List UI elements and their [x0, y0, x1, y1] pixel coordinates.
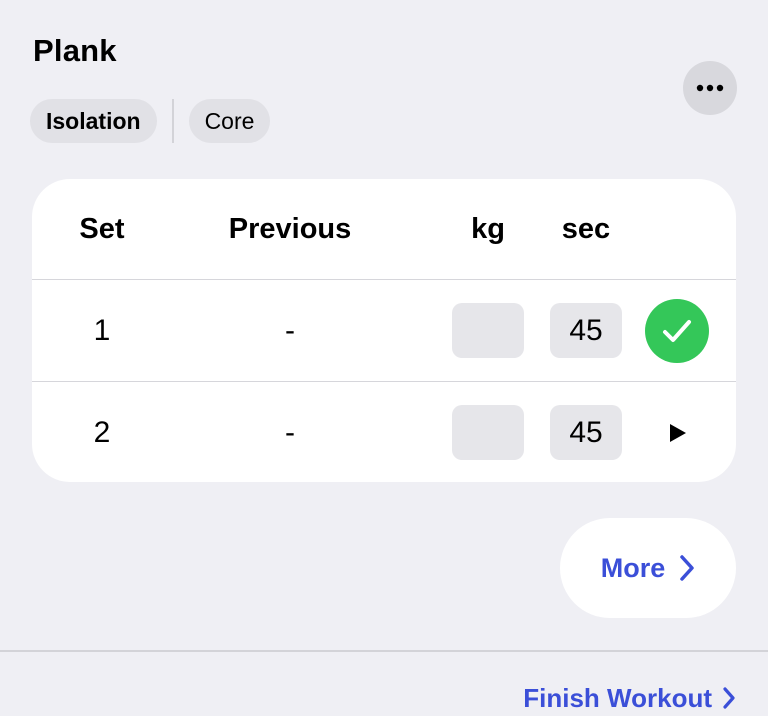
chevron-right-icon: [680, 555, 694, 581]
table-row: 1 - 45: [32, 279, 736, 381]
start-set-button[interactable]: [655, 411, 699, 455]
sets-table: Set Previous kg sec 1 - 45 2 - 45: [32, 179, 736, 482]
kg-input[interactable]: [452, 303, 524, 358]
tag-divider: [171, 99, 174, 143]
set-number: 1: [93, 313, 111, 347]
table-header: Set Previous kg sec: [32, 179, 736, 279]
ellipsis-icon: [696, 84, 724, 92]
finish-workout-button[interactable]: Finish Workout: [523, 680, 736, 716]
set-complete-button[interactable]: [645, 298, 709, 363]
set-number: 2: [93, 415, 111, 449]
header-set: Set: [79, 212, 125, 245]
more-button[interactable]: More: [560, 518, 736, 618]
header-previous: Previous: [228, 212, 352, 245]
tag-chip-isolation[interactable]: Isolation: [30, 99, 157, 143]
more-button-label: More: [600, 552, 666, 583]
table-row: 2 - 45: [32, 381, 736, 482]
kg-input[interactable]: [452, 405, 524, 460]
sec-input[interactable]: 45: [550, 405, 622, 460]
header-kg: kg: [471, 212, 505, 245]
sec-input[interactable]: 45: [550, 303, 622, 358]
bottom-divider: [0, 650, 768, 652]
header-sec: sec: [561, 212, 611, 245]
exercise-tags: Isolation Core: [30, 99, 271, 143]
tag-chip-core[interactable]: Core: [188, 99, 271, 143]
checkmark-icon: [663, 319, 691, 342]
chevron-right-icon: [723, 687, 735, 709]
exercise-title: Plank: [33, 33, 117, 68]
finish-workout-label: Finish Workout: [523, 682, 712, 713]
play-icon: [670, 423, 686, 442]
previous-value: -: [285, 313, 295, 347]
options-button[interactable]: [683, 61, 737, 115]
previous-value: -: [285, 415, 295, 449]
